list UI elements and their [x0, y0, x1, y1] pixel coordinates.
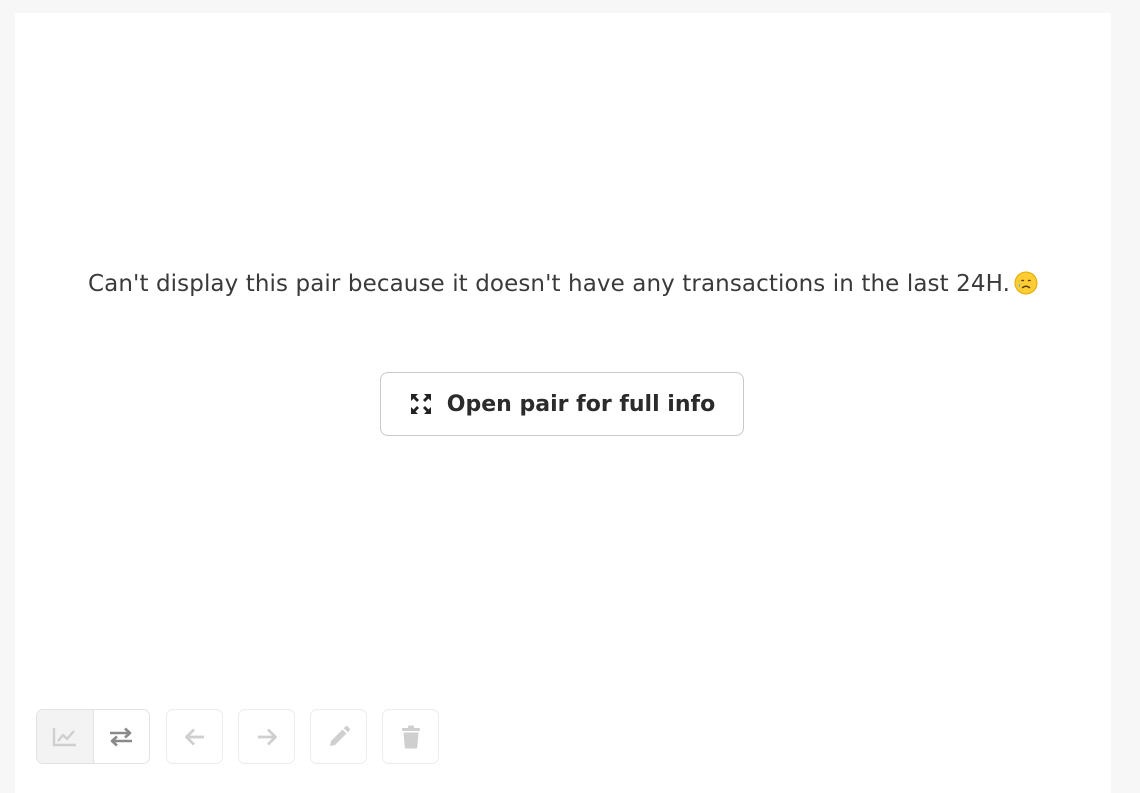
open-pair-button[interactable]: Open pair for full info [380, 372, 744, 436]
arrow-right-icon [255, 726, 279, 748]
previous-button[interactable] [166, 709, 223, 764]
edit-button[interactable] [310, 709, 367, 764]
no-transactions-message: Can't display this pair because it doesn… [75, 265, 1051, 303]
trash-icon [400, 725, 422, 749]
next-button[interactable] [238, 709, 295, 764]
delete-button[interactable] [382, 709, 439, 764]
pencil-icon [327, 725, 351, 749]
sad-sweat-face-icon [1014, 269, 1038, 295]
no-transactions-text: Can't display this pair because it doesn… [87, 271, 1010, 297]
view-toggle-group [36, 709, 150, 764]
swap-view-button[interactable] [92, 710, 149, 763]
line-chart-icon [52, 726, 78, 748]
arrow-left-icon [183, 726, 207, 748]
pair-panel: Can't display this pair because it doesn… [15, 13, 1111, 793]
swap-arrows-icon [108, 726, 134, 748]
expand-arrows-icon [409, 392, 433, 416]
open-pair-label: Open pair for full info [446, 391, 716, 417]
chart-view-button[interactable] [37, 710, 93, 763]
